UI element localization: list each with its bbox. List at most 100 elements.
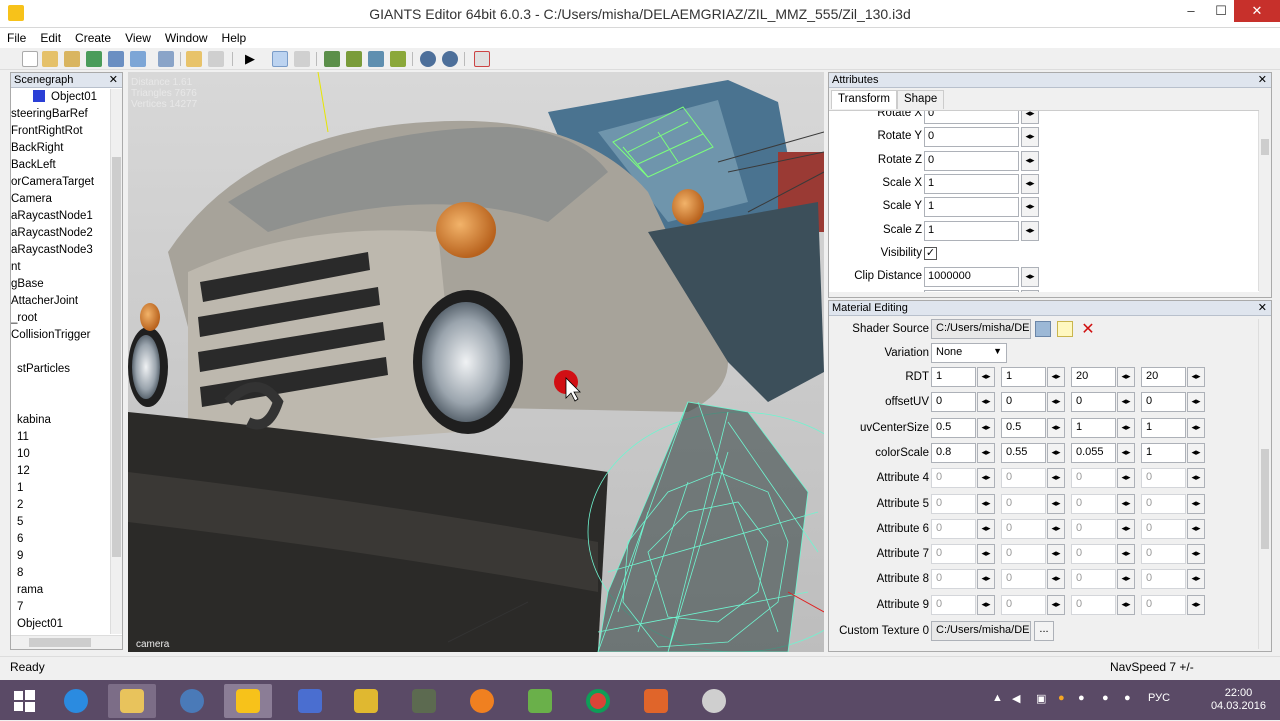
start-button[interactable] xyxy=(0,684,48,718)
spin-arrows-icon[interactable]: ◂▸ xyxy=(1117,417,1135,438)
scenegraph-node[interactable]: Object01 xyxy=(11,89,111,106)
material-param-field[interactable]: 0 xyxy=(1001,594,1046,615)
spin-arrows-icon[interactable]: ◂▸ xyxy=(1117,493,1135,514)
spin-arrows-icon[interactable]: ◂▸ xyxy=(977,569,995,590)
spin-arrows-icon[interactable]: ◂▸ xyxy=(1047,518,1065,539)
play-icon[interactable]: ▶ xyxy=(242,51,258,67)
folder-open-icon[interactable] xyxy=(1035,321,1051,337)
material-param-field[interactable]: 20 xyxy=(1141,367,1186,387)
material-param-field[interactable]: 0 xyxy=(931,468,976,489)
spin-arrows-icon[interactable]: ◂▸ xyxy=(1021,290,1039,292)
scenegraph-close-icon[interactable]: ✕ xyxy=(109,73,118,87)
scenegraph-node[interactable]: aRaycastNode1 xyxy=(11,208,111,225)
material-param-field[interactable]: 1 xyxy=(1001,367,1046,387)
scenegraph-node[interactable] xyxy=(11,395,111,412)
spin-arrows-icon[interactable]: ◂▸ xyxy=(1047,392,1065,413)
browse-texture-button[interactable]: ... xyxy=(1034,621,1054,641)
material-param-field[interactable]: 0 xyxy=(1071,518,1116,539)
spin-arrows-icon[interactable]: ◂▸ xyxy=(1187,367,1205,387)
spin-arrows-icon[interactable]: ◂▸ xyxy=(1187,569,1205,590)
spin-arrows-icon[interactable]: ◂▸ xyxy=(977,442,995,463)
create-terrain-icon[interactable] xyxy=(324,51,340,67)
material-param-field[interactable]: 0.8 xyxy=(931,442,976,463)
material-param-field[interactable]: 0 xyxy=(1001,493,1046,514)
scenegraph-node[interactable]: 6 xyxy=(11,531,111,548)
spin-arrows-icon[interactable]: ◂▸ xyxy=(1187,468,1205,489)
custom-texture-field[interactable]: C:/Users/misha/DE xyxy=(931,621,1031,641)
material-param-field[interactable]: 0 xyxy=(1071,392,1116,413)
material-param-field[interactable]: 0 xyxy=(1001,544,1046,565)
scenegraph-node[interactable] xyxy=(11,378,111,395)
taskbar-internet-explorer[interactable] xyxy=(52,684,100,718)
edit-file-icon[interactable] xyxy=(64,51,80,67)
spin-arrows-icon[interactable]: ◂▸ xyxy=(1021,127,1039,148)
scenegraph-node[interactable]: 1 xyxy=(11,480,111,497)
spin-arrows-icon[interactable]: ◂▸ xyxy=(977,417,995,438)
material-param-field[interactable]: 0 xyxy=(931,569,976,590)
clear-shader-icon[interactable]: ✕ xyxy=(1079,319,1097,339)
scenegraph-node[interactable]: 8 xyxy=(11,565,111,582)
menu-help[interactable]: Help xyxy=(215,28,254,45)
scrollbar-thumb[interactable] xyxy=(1261,139,1269,155)
save-icon[interactable] xyxy=(108,51,124,67)
scenegraph-node[interactable]: BackLeft xyxy=(11,157,111,174)
spin-arrows-icon[interactable]: ◂▸ xyxy=(1021,267,1039,288)
material-param-field[interactable]: 0 xyxy=(1071,544,1116,565)
spin-arrows-icon[interactable]: ◂▸ xyxy=(1117,518,1135,539)
scenegraph-vertical-scrollbar[interactable] xyxy=(110,89,122,634)
new-shader-icon[interactable] xyxy=(1057,321,1073,337)
taskbar-app-7[interactable] xyxy=(400,684,448,718)
material-param-field[interactable]: 0 xyxy=(931,518,976,539)
spin-arrows-icon[interactable]: ◂▸ xyxy=(1117,392,1135,413)
attribute-value-field[interactable]: 1 xyxy=(924,173,1019,194)
spin-arrows-icon[interactable]: ◂▸ xyxy=(977,594,995,615)
scenegraph-node[interactable]: 11 xyxy=(11,429,111,446)
spin-arrows-icon[interactable]: ◂▸ xyxy=(1047,417,1065,438)
scrollbar-thumb[interactable] xyxy=(1261,449,1269,549)
material-param-field[interactable]: 0 xyxy=(931,594,976,615)
attribute-value-field[interactable]: 0 xyxy=(924,127,1019,148)
spin-arrows-icon[interactable]: ◂▸ xyxy=(1187,417,1205,438)
spin-arrows-icon[interactable]: ◂▸ xyxy=(1117,594,1135,615)
attribute-value-field[interactable]: 0 xyxy=(924,290,1019,292)
export-selection-icon[interactable] xyxy=(474,51,490,67)
tray-app-icon[interactable]: ● xyxy=(1102,692,1109,704)
select-tool-icon[interactable] xyxy=(272,51,288,67)
create-tree-icon[interactable] xyxy=(346,51,362,67)
spin-arrows-icon[interactable]: ◂▸ xyxy=(1047,569,1065,590)
spin-arrows-icon[interactable]: ◂▸ xyxy=(977,493,995,514)
refresh-icon[interactable] xyxy=(86,51,102,67)
close-button[interactable]: ✕ xyxy=(1234,0,1280,22)
create-foliage-icon[interactable] xyxy=(390,51,406,67)
tray-app-icon[interactable]: ● xyxy=(1124,692,1131,704)
material-param-field[interactable]: 0 xyxy=(1071,569,1116,590)
material-param-field[interactable]: 0 xyxy=(1141,518,1186,539)
material-param-field[interactable]: 20 xyxy=(1071,367,1116,387)
menu-view[interactable]: View xyxy=(118,28,158,45)
undo-icon[interactable] xyxy=(186,51,202,67)
material-param-field[interactable]: 0.5 xyxy=(1001,417,1046,438)
spin-arrows-icon[interactable]: ◂▸ xyxy=(1021,150,1039,171)
menu-edit[interactable]: Edit xyxy=(33,28,68,45)
spin-arrows-icon[interactable]: ◂▸ xyxy=(1047,367,1065,387)
spin-arrows-icon[interactable]: ◂▸ xyxy=(1117,569,1135,590)
taskbar-app-3[interactable] xyxy=(168,684,216,718)
menu-file[interactable]: File xyxy=(0,28,33,45)
scenegraph-node[interactable]: gBase xyxy=(11,276,111,293)
attribute-value-field[interactable]: 0 xyxy=(924,150,1019,171)
material-close-icon[interactable]: ✕ xyxy=(1258,301,1267,315)
material-param-field[interactable]: 0 xyxy=(1141,392,1186,413)
material-param-field[interactable]: 0 xyxy=(1141,493,1186,514)
scenegraph-node[interactable]: 9 xyxy=(11,548,111,565)
taskbar-file-explorer[interactable] xyxy=(108,684,156,718)
scenegraph-node[interactable]: kabina xyxy=(11,412,111,429)
material-param-field[interactable]: 0 xyxy=(1001,569,1046,590)
material-param-field[interactable]: 0 xyxy=(1071,594,1116,615)
scenegraph-node[interactable]: steeringBarRef xyxy=(11,106,111,123)
spin-arrows-icon[interactable]: ◂▸ xyxy=(977,518,995,539)
scenegraph-node[interactable]: 7 xyxy=(11,599,111,616)
spin-arrows-icon[interactable]: ◂▸ xyxy=(1187,493,1205,514)
material-param-field[interactable]: 0 xyxy=(1141,468,1186,489)
scenegraph-node[interactable]: orCameraTarget xyxy=(11,174,111,191)
open-file-icon[interactable] xyxy=(42,51,58,67)
